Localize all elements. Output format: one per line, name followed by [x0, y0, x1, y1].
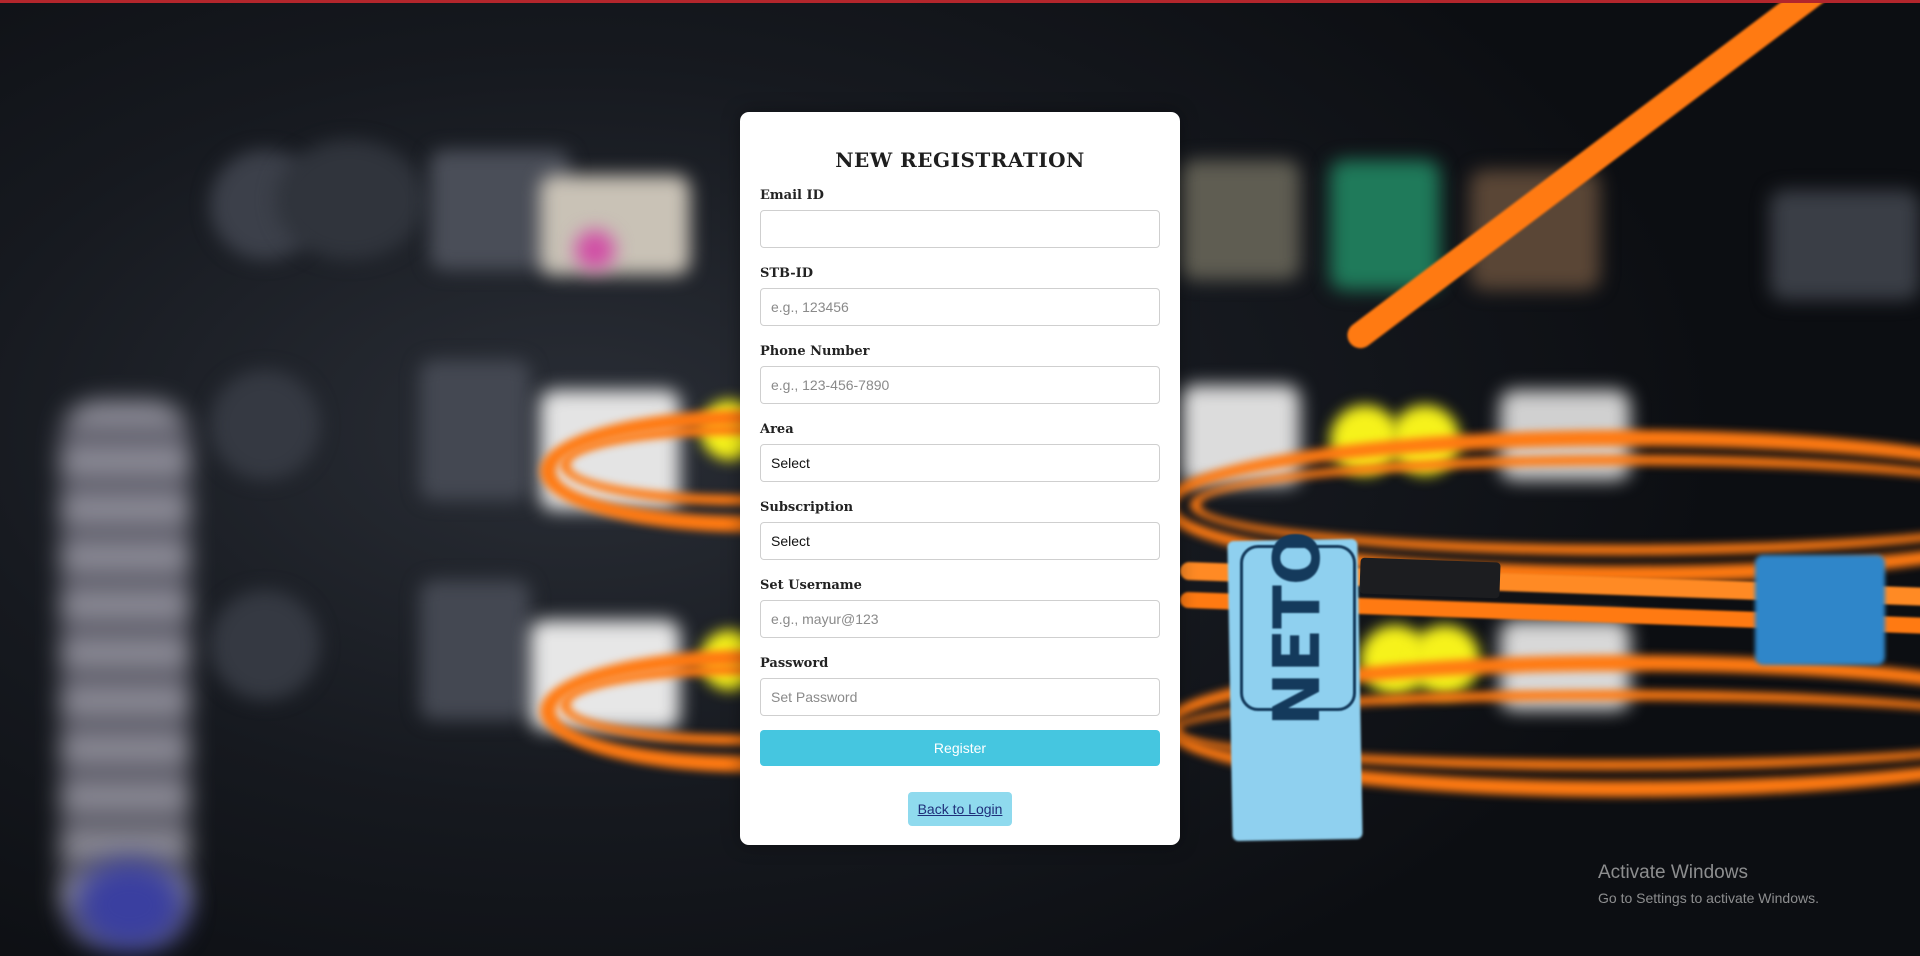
- bg-rack-port: [275, 140, 425, 260]
- stb-id-label: STB-ID: [760, 266, 814, 281]
- password-label: Password: [760, 656, 829, 671]
- subscription-selected-value: Select: [771, 533, 810, 549]
- email-group: Email ID: [760, 188, 1160, 248]
- bg-rack-port: [540, 175, 690, 275]
- subscription-group: Subscription Select: [760, 500, 1160, 560]
- activate-windows-subtitle: Go to Settings to activate Windows.: [1598, 890, 1819, 906]
- username-label: Set Username: [760, 578, 862, 593]
- phone-input[interactable]: [760, 366, 1160, 404]
- bg-blue-tag: [1755, 555, 1885, 665]
- stb-id-group: STB-ID: [760, 266, 1160, 326]
- stb-id-input[interactable]: [760, 288, 1160, 326]
- activate-windows-title: Activate Windows: [1598, 862, 1748, 883]
- bg-rack-port: [1180, 160, 1300, 280]
- register-button[interactable]: Register: [760, 730, 1160, 766]
- bg-rack-port: [420, 360, 530, 500]
- bg-blue-light: [75, 860, 185, 950]
- bg-rack-post: [60, 400, 190, 940]
- phone-group: Phone Number: [760, 344, 1160, 404]
- phone-label: Phone Number: [760, 344, 870, 359]
- back-to-login-wrapper: Back to Login: [760, 792, 1160, 826]
- bg-rack-port: [1770, 190, 1920, 300]
- email-input[interactable]: [760, 210, 1160, 248]
- bg-rack-port: [575, 230, 615, 270]
- bg-cable-tag-text: NETO: [1240, 530, 1356, 726]
- username-input[interactable]: [760, 600, 1160, 638]
- password-input[interactable]: [760, 678, 1160, 716]
- bg-rack-port: [420, 580, 530, 720]
- registration-form: NEW REGISTRATION Email ID STB-ID Phone N…: [740, 112, 1180, 845]
- area-label: Area: [760, 422, 794, 437]
- email-label: Email ID: [760, 188, 824, 203]
- top-accent-line: [0, 0, 1920, 3]
- bg-rack-port: [210, 590, 320, 700]
- subscription-select[interactable]: Select: [760, 522, 1160, 560]
- bg-rack-port: [210, 370, 320, 480]
- username-group: Set Username: [760, 578, 1160, 638]
- activate-windows-watermark: Activate Windows Go to Settings to activ…: [1598, 862, 1819, 906]
- password-group: Password: [760, 656, 1160, 716]
- form-title: NEW REGISTRATION: [835, 148, 1085, 172]
- area-select[interactable]: Select: [760, 444, 1160, 482]
- area-selected-value: Select: [771, 455, 810, 471]
- subscription-label: Subscription: [760, 500, 854, 515]
- bg-cable-sleeve: [1359, 557, 1501, 599]
- back-to-login-button[interactable]: Back to Login: [907, 792, 1013, 826]
- area-group: Area Select: [760, 422, 1160, 482]
